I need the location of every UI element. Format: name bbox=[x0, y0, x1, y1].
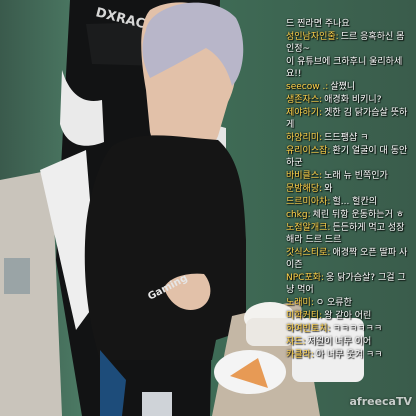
chat-message: 갓식스티로: 애경짝 오픈 딸파 사이즌 bbox=[286, 247, 412, 271]
chat-text: 살쪘니 bbox=[330, 82, 356, 92]
chat-nick: 하양리미: bbox=[286, 133, 323, 143]
chat-message: 노점알개크: 든든하게 먹고 성장해라 드르 드르 bbox=[286, 222, 412, 246]
chat-text: 드드팽샵 ㅋ bbox=[324, 133, 369, 143]
chat-nick: 드르미아차: bbox=[286, 197, 331, 207]
wall-panel bbox=[4, 258, 30, 294]
chat-message: 미학커티: 왕 같아 어린 bbox=[286, 310, 412, 322]
chat-message: seecow .: 살쪘니 bbox=[286, 81, 412, 93]
chat-list: 드 찐라면 주나요성인남자인줄: 드르 응혹하신 몸 인정~ 이 유튜브에 크하후니… bbox=[286, 18, 412, 361]
chat-message: 노래미: ㅇ 오류한 bbox=[286, 297, 412, 309]
chat-nick: chkg: bbox=[286, 210, 311, 220]
chat-message: 바비클스: 노래 뉴 빈쪽인가 bbox=[286, 170, 412, 182]
chat-text: 저원이 너무 이어 bbox=[307, 337, 372, 347]
chat-text: 헐... 헐칸의 bbox=[332, 197, 378, 207]
chat-nick: 카클라: bbox=[286, 350, 314, 360]
chat-message: NPC포화: 웅 닭가슴살? 그걸 그냥 먹어 bbox=[286, 272, 412, 296]
chat-nick: 갓식스티로: bbox=[286, 248, 331, 258]
chat-text: 드 찐라면 주나요 bbox=[286, 19, 350, 29]
chat-message: 성인남자인줄: 드르 응혹하신 몸 인정~ bbox=[286, 31, 412, 55]
chat-text: 왕 같아 어린 bbox=[324, 311, 372, 321]
chat-nick: 유리이스잡: bbox=[286, 146, 331, 156]
chat-message: chkg: 체린 뒤항 운동하는거 ㅎ bbox=[286, 209, 412, 221]
chat-text: 와 bbox=[324, 184, 333, 194]
chat-text: 애경화 비키니? bbox=[324, 95, 382, 105]
chat-text: ㅋㅋㅋㅋㅋㅋ bbox=[332, 324, 383, 334]
chat-text: 노래 뉴 빈쪽인가 bbox=[324, 171, 388, 181]
chat-nick: 미학커티: bbox=[286, 311, 323, 321]
chat-message: 문밤해당: 와 bbox=[286, 183, 412, 195]
chat-nick: 제야하기: bbox=[286, 108, 323, 118]
chat-overlay: 드 찐라면 주나요성인남자인줄: 드르 응혹하신 몸 인정~ 이 유튜브에 크하후니… bbox=[284, 18, 416, 416]
chat-nick: 자드: bbox=[286, 337, 306, 347]
broadcast-logo: afreecaTV bbox=[349, 395, 412, 408]
chat-nick: 생존자스: bbox=[286, 95, 323, 105]
chat-message: 하여빈토치: ㅋㅋㅋㅋㅋㅋ bbox=[286, 323, 412, 335]
chat-message: 이 유튜브에 크하후니 울리하세요!! bbox=[286, 56, 412, 80]
chat-nick: NPC포화: bbox=[286, 273, 325, 283]
chat-nick: 노래미: bbox=[286, 298, 314, 308]
stream-video: DXRACER Gaming 드 찐라면 주나요 성인남자인줄: 드르 응혹하신 몸… bbox=[0, 0, 416, 416]
chat-nick: seecow .: bbox=[286, 82, 329, 92]
can bbox=[142, 392, 172, 416]
chat-message: 자드: 저원이 너무 이어 bbox=[286, 336, 412, 348]
chat-message: 유리이스잡: 환기 얼굴이 대 동안하군 bbox=[286, 145, 412, 169]
chat-message: 제야하기: 겟한 김 닭가슴살 뜻하게 bbox=[286, 107, 412, 131]
chat-message: 카클라: 아 너무 웃겨 ㅋㅋ bbox=[286, 349, 412, 361]
chat-message: 생존자스: 애경화 비키니? bbox=[286, 94, 412, 106]
chat-message: 하양리미: 드드팽샵 ㅋ bbox=[286, 132, 412, 144]
chat-nick: 성인남자인줄: bbox=[286, 32, 339, 42]
chat-text: 이 유튜브에 크하후니 울리하세요!! bbox=[286, 57, 403, 79]
chat-nick: 하여빈토치: bbox=[286, 324, 331, 334]
chat-nick: 노점알개크: bbox=[286, 223, 331, 233]
chat-message: 드 찐라면 주나요 bbox=[286, 18, 412, 30]
chat-nick: 바비클스: bbox=[286, 171, 323, 181]
chat-message: 드르미아차: 헐... 헐칸의 bbox=[286, 196, 412, 208]
chat-text: 체린 뒤항 운동하는거 ㅎ bbox=[312, 210, 404, 220]
chat-text: 아 너무 웃겨 ㅋㅋ bbox=[315, 350, 383, 360]
chat-text: ㅇ 오류한 bbox=[315, 298, 352, 308]
chat-nick: 문밤해당: bbox=[286, 184, 323, 194]
